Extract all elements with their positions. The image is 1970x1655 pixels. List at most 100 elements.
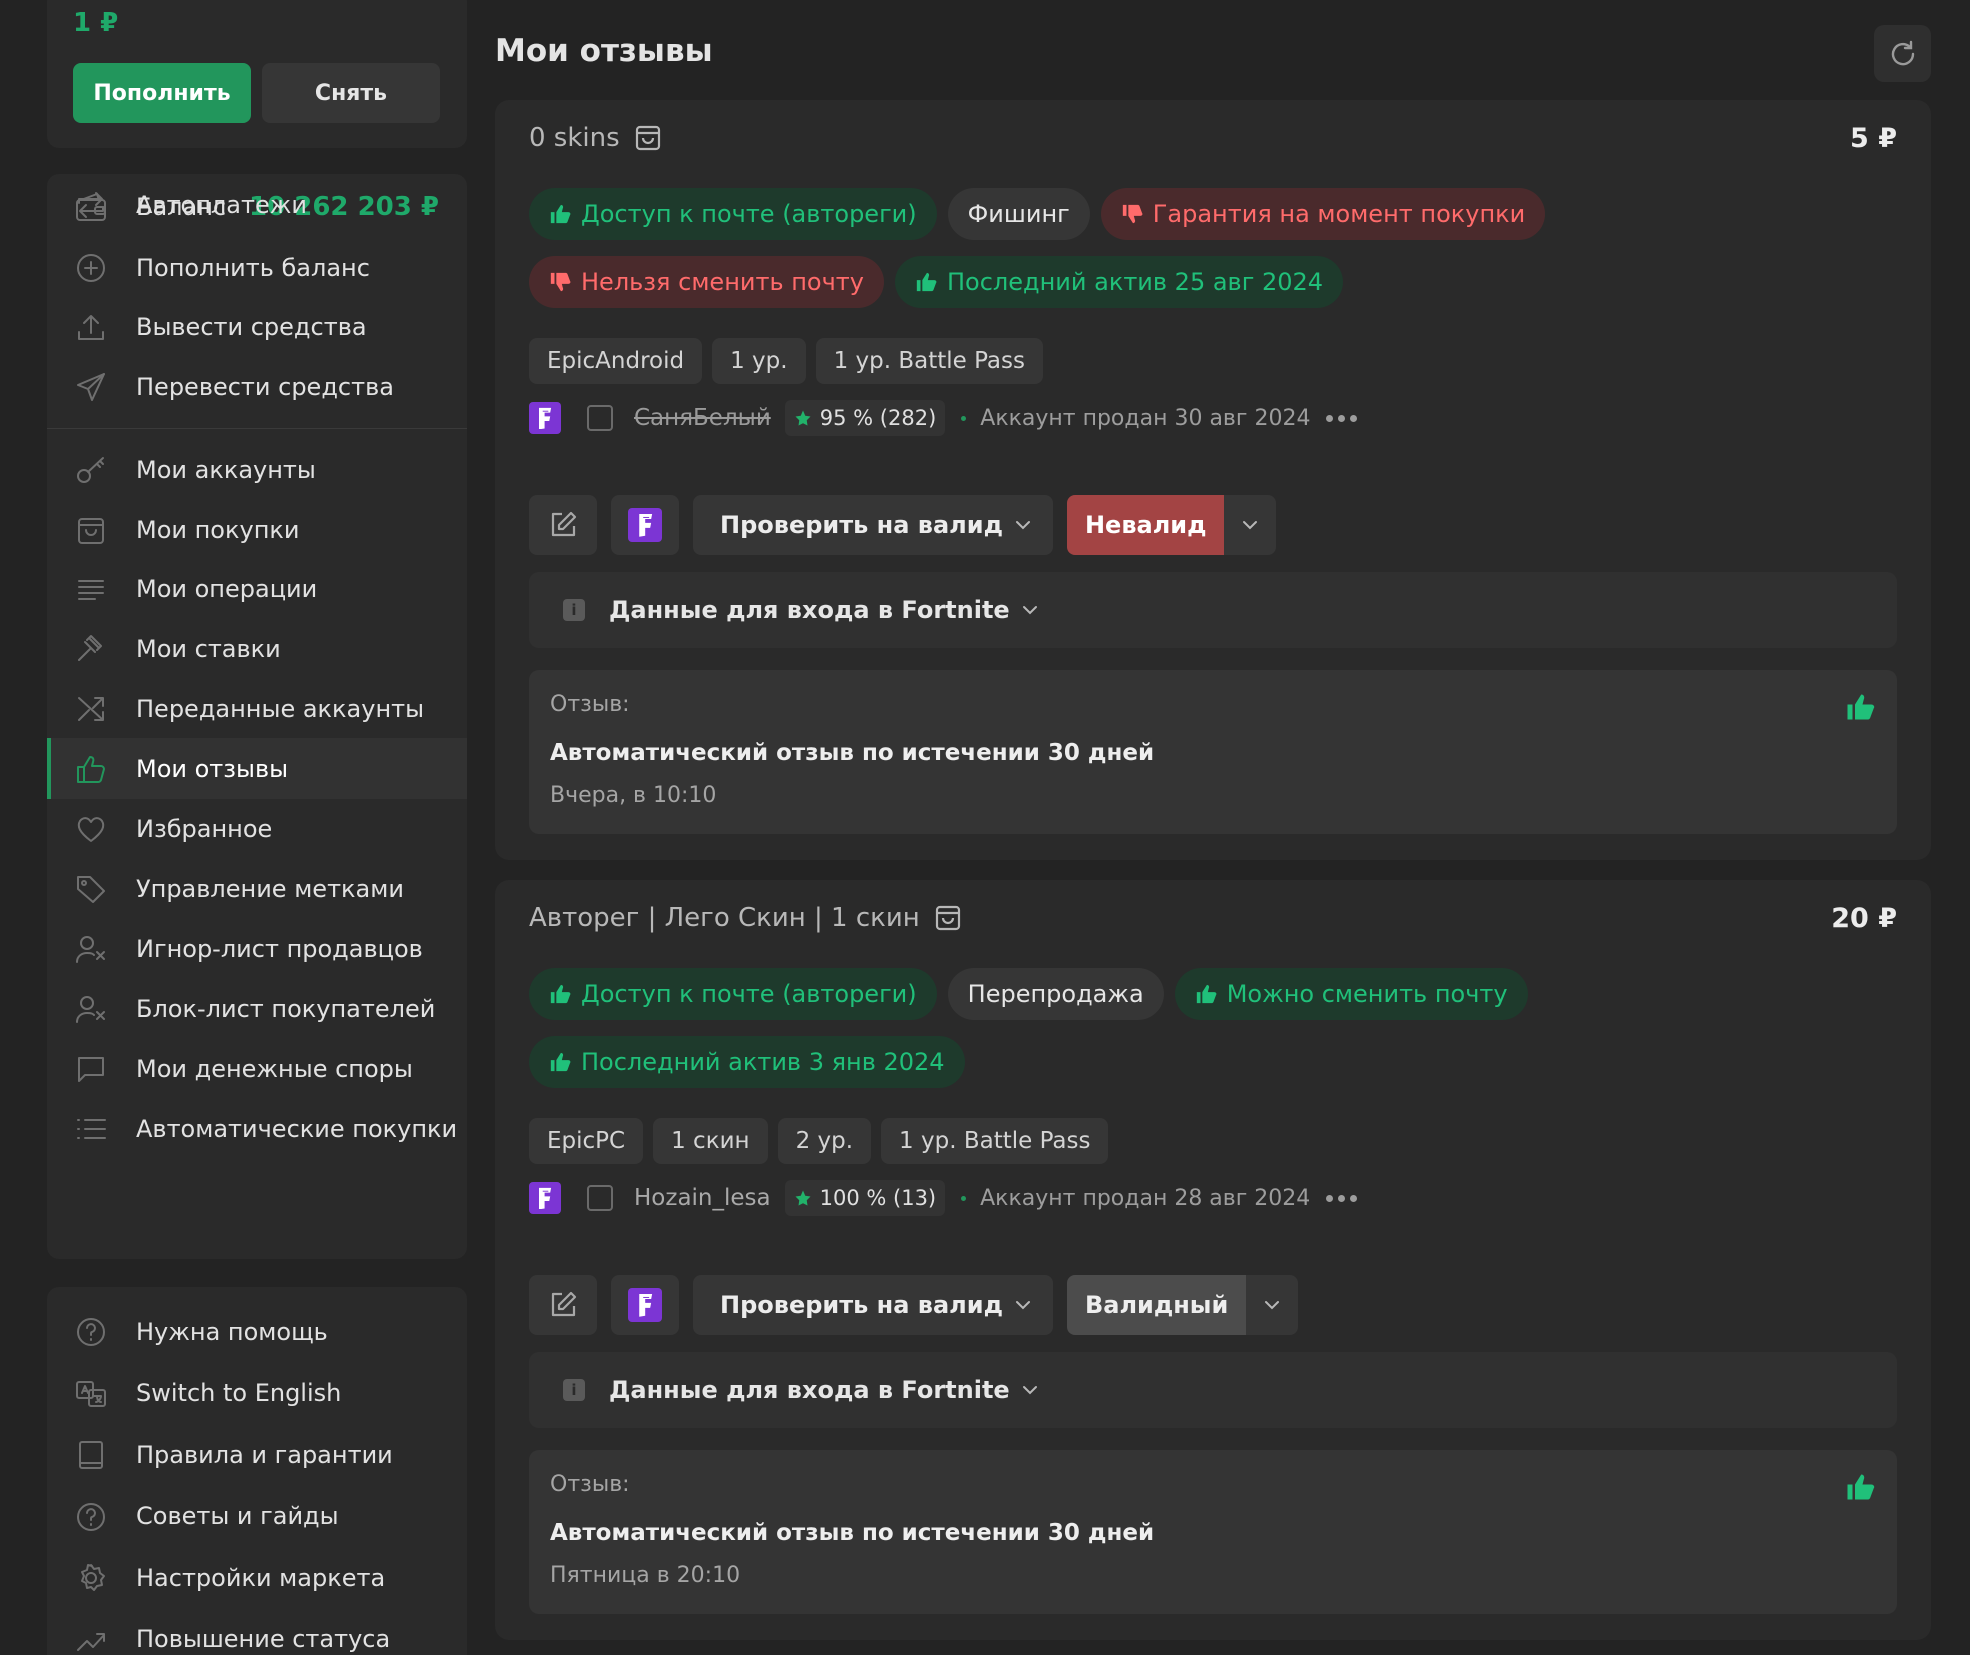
tag-row: Последний актив 3 янв 2024 [529, 1036, 965, 1088]
help-item-label: Советы и гайды [136, 1502, 339, 1530]
sidebar-item[interactable]: Мои денежные споры [47, 1038, 467, 1099]
fortnite-button[interactable] [611, 495, 679, 555]
help-item[interactable]: Правила и гарантии [47, 1424, 467, 1485]
sidebar-item-label: Мои денежные споры [136, 1054, 413, 1083]
sidebar-item[interactable]: Мои операции [47, 558, 467, 619]
sidebar-item[interactable]: Мои ставки [47, 618, 467, 679]
sidebar-item[interactable]: Блок-лист покупателей [47, 978, 467, 1039]
tag-icon [75, 874, 107, 904]
more-options-icon[interactable] [1326, 414, 1358, 422]
sidebar-item[interactable]: Мои покупки [47, 499, 467, 560]
tag-row: Доступ к почте (автореги) Фишинг Гарантия … [529, 188, 1546, 240]
item-title[interactable]: 0 skins [529, 123, 620, 153]
bag-icon [75, 515, 107, 545]
seller-row: СаняБелый 95 % (282) Аккаунт продан 30 а… [529, 398, 1358, 438]
user-x-icon [75, 994, 107, 1024]
review-text: Автоматический отзыв по истечении 30 дне… [550, 740, 1155, 766]
help-item[interactable]: Нужна помощь [47, 1301, 467, 1362]
sidebar-item-label: Управление метками [136, 874, 404, 903]
sidebar-item[interactable]: Управление метками [47, 858, 467, 919]
help-item[interactable]: Настройки маркета [47, 1547, 467, 1608]
seller-name[interactable]: Hozain_lesa [634, 1185, 771, 1211]
sidebar-item-label: Перевести средства [136, 372, 394, 401]
thumb-up-icon [75, 754, 107, 784]
sidebar-item-label: Пополнить баланс [136, 253, 370, 282]
info-icon: i [563, 1379, 585, 1401]
edit-button[interactable] [529, 495, 597, 555]
select-checkbox[interactable] [587, 1185, 613, 1211]
sidebar-help: Нужна помощь Switch to English Правила и… [47, 1287, 467, 1655]
status-dropdown-button[interactable] [1246, 1275, 1299, 1335]
thumb-up-icon [1845, 1472, 1875, 1502]
sidebar-item-label: Вывести средства [136, 312, 367, 341]
item-title[interactable]: Авторег | Лего Скин | 1 скин [529, 903, 920, 933]
sidebar-item[interactable]: Вывести средства [47, 296, 467, 357]
help-item-label: Повышение статуса [136, 1625, 391, 1653]
check-valid-button[interactable]: Проверить на валид [693, 1275, 1053, 1335]
status-button[interactable]: Невалид [1066, 495, 1225, 555]
status-button[interactable]: Валидный [1066, 1275, 1247, 1335]
sidebar-item[interactable]: Избранное [47, 798, 467, 859]
item-tag: Гарантия на момент покупки [1100, 188, 1546, 240]
item-attribute: 1 скин [653, 1118, 768, 1164]
thumb-up-icon [549, 1051, 571, 1073]
tag-label: Доступ к почте (автореги) [581, 980, 917, 1008]
fortnite-logo-icon [529, 402, 561, 434]
book-icon [75, 1440, 107, 1470]
refresh-button[interactable] [1874, 25, 1931, 82]
action-row: Проверить на валид Невалид [529, 495, 1277, 555]
sidebar-item[interactable]: Автоплатежи [47, 174, 467, 235]
item-tag: Доступ к почте (автореги) [529, 188, 937, 240]
login-data-toggle[interactable]: i Данные для входа в Fortnite [529, 572, 1897, 648]
item-tag: Последний актив 25 авг 2024 [894, 256, 1344, 308]
item-attribute: 1 ур. Battle Pass [881, 1118, 1109, 1164]
item-title-row[interactable]: 0 skins [529, 123, 662, 153]
more-options-icon[interactable] [1326, 1194, 1358, 1202]
sidebar-item[interactable]: Игнор-лист продавцов [47, 918, 467, 979]
upload-icon [75, 312, 107, 342]
item-title-row[interactable]: Авторег | Лего Скин | 1 скин [529, 903, 962, 933]
sold-date: Аккаунт продан 28 авг 2024 [980, 1185, 1311, 1211]
review-date: Пятница в 20:10 [550, 1563, 741, 1588]
sidebar-item-label: Избранное [136, 814, 273, 843]
thumb-up-icon [915, 271, 937, 293]
chevron-down-icon [1242, 520, 1258, 530]
review-box: Отзыв: Автоматический отзыв по истечении… [529, 1450, 1897, 1614]
sidebar-item[interactable]: Переданные аккаунты [47, 678, 467, 739]
deposit-button[interactable]: Пополнить [73, 63, 251, 123]
status-dropdown-button[interactable] [1224, 495, 1277, 555]
send-icon [75, 372, 107, 402]
tag-label: Нельзя сменить почту [581, 268, 864, 296]
review-card: Авторег | Лего Скин | 1 скин 20 ₽ Доступ… [495, 880, 1931, 1640]
thumb-up-icon [549, 203, 571, 225]
item-attribute: 1 ур. [712, 338, 806, 384]
help-item-label: Правила и гарантии [136, 1440, 393, 1469]
tag-label: Последний актив 25 авг 2024 [946, 268, 1324, 296]
login-data-toggle[interactable]: i Данные для входа в Fortnite [529, 1352, 1897, 1428]
seller-row: Hozain_lesa 100 % (13) Аккаунт продан 28… [529, 1178, 1358, 1218]
edit-icon [548, 1290, 578, 1320]
item-tag: Фишинг [947, 188, 1090, 240]
page-title: Мои отзывы [495, 33, 713, 69]
trend-up-icon [75, 1625, 107, 1655]
sidebar-item[interactable]: Мои отзывы [47, 738, 467, 799]
tag-label: Можно сменить почту [1226, 980, 1508, 1008]
seller-name[interactable]: СаняБелый [634, 405, 771, 431]
edit-button[interactable] [529, 1275, 597, 1335]
help-item[interactable]: Повышение статуса [47, 1609, 467, 1655]
sidebar-item[interactable]: Автоматические покупки [47, 1098, 467, 1159]
withdraw-button[interactable]: Снять [262, 63, 440, 123]
tag-label: Перепродажа [967, 980, 1144, 1008]
help-item[interactable]: Советы и гайды [47, 1486, 467, 1547]
sidebar-item[interactable]: Мои аккаунты [47, 439, 467, 500]
check-valid-button[interactable]: Проверить на валид [693, 495, 1053, 555]
chevron-down-icon [1264, 1300, 1280, 1310]
help-item[interactable]: Switch to English [47, 1363, 467, 1424]
sidebar-item[interactable]: Перевести средства [47, 356, 467, 417]
thumb-down-icon [549, 271, 571, 293]
review-label: Отзыв: [550, 692, 630, 717]
select-checkbox[interactable] [587, 405, 613, 431]
gavel-icon [75, 634, 107, 664]
sidebar-item[interactable]: Пополнить баланс [47, 237, 467, 298]
fortnite-button[interactable] [611, 1275, 679, 1335]
